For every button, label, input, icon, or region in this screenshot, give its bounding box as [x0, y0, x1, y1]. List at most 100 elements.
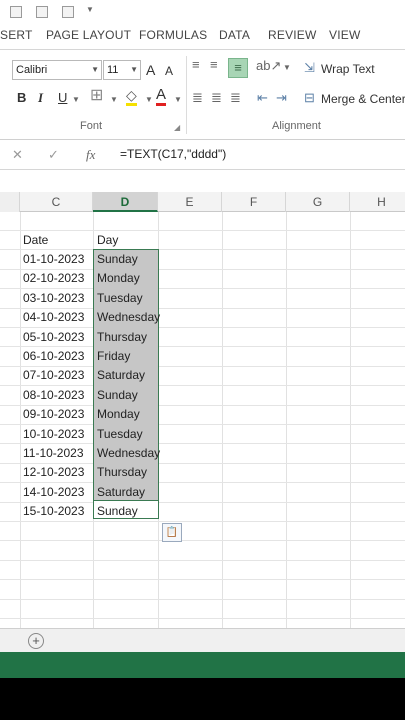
worksheet-grid[interactable]: C D E F G H Date Day 01-10-2023 Sunday 02-…: [0, 170, 405, 628]
ribbon-tabs: SERT PAGE LAYOUT FORMULAS DATA REVIEW VI…: [0, 22, 405, 50]
font-color-button[interactable]: A: [156, 87, 167, 106]
day-cell[interactable]: Thursday: [97, 463, 147, 482]
date-cell[interactable]: 01-10-2023: [23, 250, 84, 269]
excel-window: ▼ SERT PAGE LAYOUT FORMULAS DATA REVIEW …: [0, 0, 405, 720]
date-cell[interactable]: 06-10-2023: [23, 347, 84, 366]
day-cell[interactable]: Thursday: [97, 328, 147, 347]
add-sheet-button[interactable]: +: [28, 633, 44, 649]
formula-input[interactable]: =TEXT(C17,"dddd"): [120, 147, 226, 161]
ribbon-separator: [186, 56, 187, 134]
wrap-text-icon[interactable]: ⇲: [304, 59, 315, 77]
insert-function-icon[interactable]: fx: [86, 147, 95, 163]
column-header-c[interactable]: C: [20, 192, 93, 212]
date-cell[interactable]: 15-10-2023: [23, 502, 84, 521]
tab-review[interactable]: REVIEW: [268, 28, 317, 42]
formula-bar: ✕ ✓ fx =TEXT(C17,"dddd"): [0, 140, 405, 170]
tab-formulas[interactable]: FORMULAS: [139, 28, 207, 42]
decrease-indent-icon[interactable]: ⇤: [257, 89, 268, 107]
font-family-value: Calibri: [16, 64, 48, 76]
align-middle-icon[interactable]: ≡: [210, 56, 218, 74]
bold-button[interactable]: B: [17, 89, 26, 107]
date-cell[interactable]: 03-10-2023: [23, 289, 84, 308]
merge-center-button[interactable]: Merge & Center: [321, 90, 405, 108]
day-cell[interactable]: Monday: [97, 405, 140, 424]
column-header-e[interactable]: E: [158, 192, 222, 212]
day-cell[interactable]: Saturday: [97, 366, 145, 385]
header-date-cell[interactable]: Date: [23, 231, 48, 250]
merge-center-icon[interactable]: ⊟: [304, 89, 315, 107]
chevron-down-icon: ▼: [130, 65, 138, 74]
cancel-icon[interactable]: ✕: [12, 147, 23, 163]
wrap-text-button[interactable]: Wrap Text: [321, 60, 375, 78]
undo-icon[interactable]: [36, 6, 48, 18]
quick-access-toolbar: ▼: [0, 0, 405, 22]
day-cell[interactable]: Tuesday: [97, 289, 143, 308]
ribbon: Calibri ▼ 11 ▼ A A B I U ▼ ⊞ ▼ ◇ ▼ A ▼ F…: [0, 50, 405, 140]
column-header-f[interactable]: F: [222, 192, 286, 212]
underline-button[interactable]: U: [58, 89, 67, 107]
chevron-down-icon[interactable]: ▼: [174, 91, 182, 109]
bottom-bezel: [0, 678, 405, 720]
align-bottom-icon[interactable]: ≡: [228, 58, 248, 78]
date-cell[interactable]: 05-10-2023: [23, 328, 84, 347]
font-size-select[interactable]: 11 ▼: [103, 60, 141, 80]
date-cell[interactable]: 08-10-2023: [23, 386, 84, 405]
grow-font-button[interactable]: A: [146, 61, 155, 79]
grid-column-line: [286, 212, 287, 628]
chevron-down-icon[interactable]: ▼: [110, 91, 118, 109]
day-cell[interactable]: Monday: [97, 269, 140, 288]
increase-indent-icon[interactable]: ⇥: [276, 89, 287, 107]
day-cell[interactable]: Sunday: [97, 250, 138, 269]
day-cell[interactable]: Friday: [97, 347, 130, 366]
date-cell[interactable]: 07-10-2023: [23, 366, 84, 385]
grid-column-line: [222, 212, 223, 628]
italic-button[interactable]: I: [38, 89, 43, 107]
day-cell[interactable]: Sunday: [97, 502, 138, 521]
day-cell[interactable]: Tuesday: [97, 425, 143, 444]
borders-icon[interactable]: ⊞: [90, 87, 103, 105]
date-cell[interactable]: 14-10-2023: [23, 483, 84, 502]
day-cell[interactable]: Saturday: [97, 483, 145, 502]
orientation-icon[interactable]: ab↗: [256, 57, 281, 75]
redo-icon[interactable]: [62, 6, 74, 18]
shrink-font-button[interactable]: A: [165, 62, 173, 80]
grid-row-line: [0, 618, 405, 619]
tab-view[interactable]: VIEW: [329, 28, 360, 42]
tab-data[interactable]: DATA: [219, 28, 250, 42]
paste-options-icon[interactable]: 📋: [162, 523, 182, 542]
column-headers: C D E F G H: [0, 192, 405, 212]
align-left-icon[interactable]: ≣: [192, 89, 203, 107]
column-header-d[interactable]: D: [93, 192, 158, 212]
day-cell[interactable]: Wednesday: [97, 444, 160, 463]
day-cell[interactable]: Wednesday: [97, 308, 160, 327]
enter-icon[interactable]: ✓: [48, 147, 59, 163]
date-cell[interactable]: 04-10-2023: [23, 308, 84, 327]
column-header-g[interactable]: G: [286, 192, 350, 212]
font-dialog-launcher-icon[interactable]: ◢: [174, 123, 180, 132]
date-cell[interactable]: 02-10-2023: [23, 269, 84, 288]
date-cell[interactable]: 12-10-2023: [23, 463, 84, 482]
column-header-h[interactable]: H: [350, 192, 405, 212]
customize-toolbar-chevron-icon[interactable]: ▼: [86, 5, 94, 14]
grid-row-line: [0, 598, 405, 600]
align-center-icon[interactable]: ≣: [211, 89, 222, 107]
grid-column-line: [20, 212, 21, 628]
font-size-value: 11: [107, 64, 119, 76]
font-family-select[interactable]: Calibri ▼: [12, 60, 102, 80]
chevron-down-icon[interactable]: ▼: [72, 91, 80, 109]
date-cell[interactable]: 11-10-2023: [23, 444, 84, 463]
chevron-down-icon[interactable]: ▼: [145, 91, 153, 109]
tab-insert[interactable]: SERT: [0, 28, 33, 42]
date-cell[interactable]: 10-10-2023: [23, 425, 84, 444]
grid-row-line: [0, 579, 405, 581]
chevron-down-icon[interactable]: ▼: [283, 59, 291, 77]
tab-page-layout[interactable]: PAGE LAYOUT: [46, 28, 131, 42]
fill-color-icon[interactable]: ◇: [126, 87, 137, 106]
align-right-icon[interactable]: ≣: [230, 89, 241, 107]
day-cell[interactable]: Sunday: [97, 386, 138, 405]
date-cell[interactable]: 09-10-2023: [23, 405, 84, 424]
align-top-icon[interactable]: ≡: [192, 56, 200, 74]
header-day-cell[interactable]: Day: [97, 231, 118, 250]
sheet-tabs-bar: +: [0, 628, 405, 652]
save-icon[interactable]: [10, 6, 22, 18]
